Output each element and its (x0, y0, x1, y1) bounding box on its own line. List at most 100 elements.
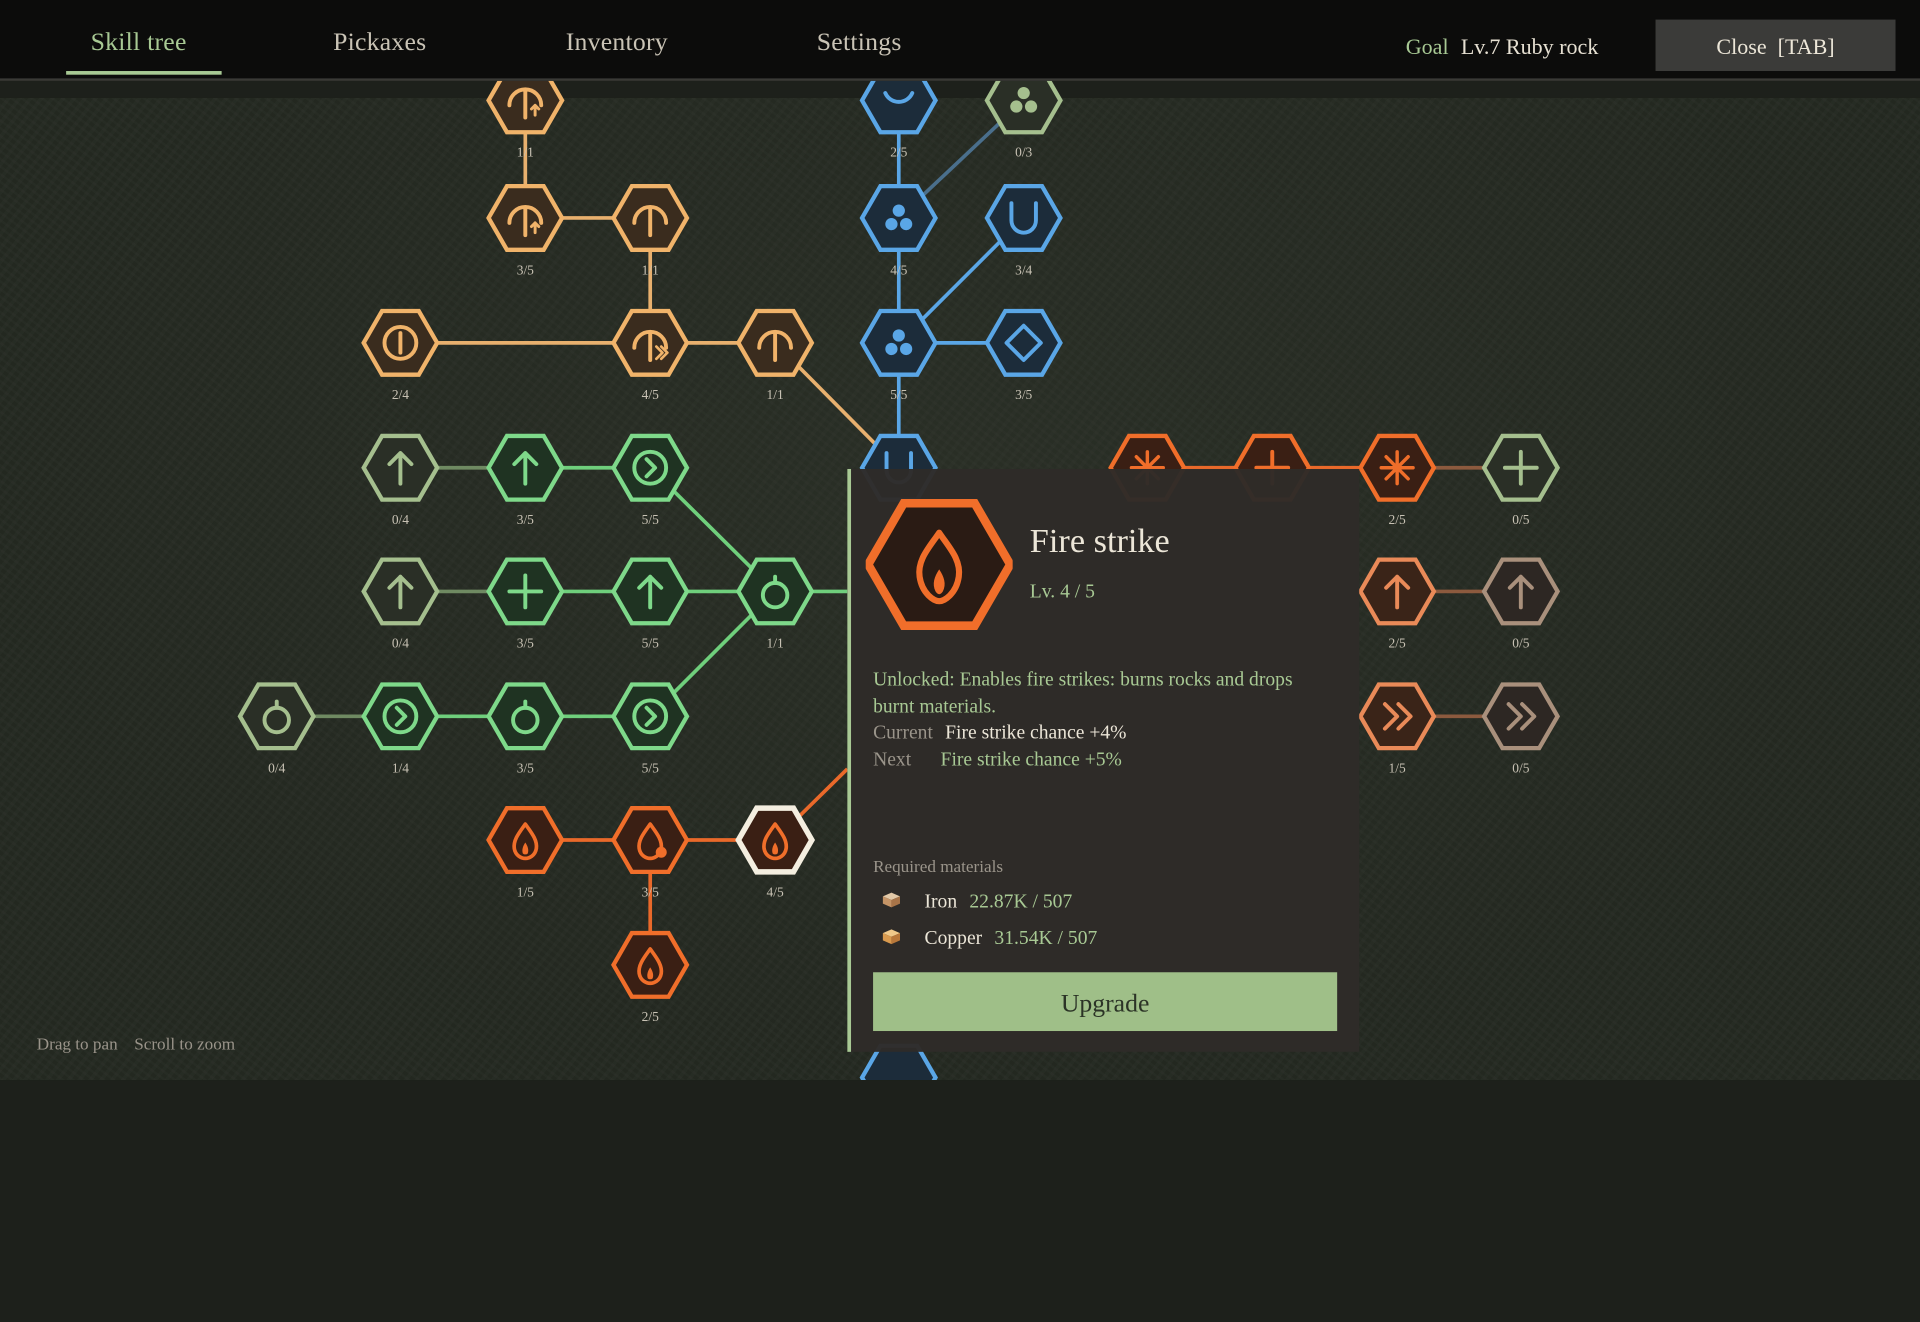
skill-node-n3[interactable]: 0/4 (361, 557, 440, 651)
skill-node-g2[interactable]: 1/1 (611, 183, 690, 277)
skill-node-g3[interactable]: 2/4 (361, 308, 440, 402)
skill-node-f3[interactable]: 2/5 (611, 930, 690, 1024)
skill-node-level: 3/5 (517, 761, 534, 776)
skill-node-n4[interactable]: 3/5 (486, 557, 565, 651)
skill-node-n10[interactable]: 5/5 (611, 682, 690, 776)
skill-node-n8[interactable]: 1/4 (361, 682, 440, 776)
skill-node-level: 1/1 (767, 636, 784, 651)
skill-node-f0[interactable]: 1/5 (486, 806, 565, 899)
skill-node-level: 3/4 (1015, 262, 1032, 277)
skill-node-b1[interactable]: 0/3 (984, 66, 1063, 160)
hex-frame (237, 682, 316, 751)
skill-node-level: 0/4 (392, 636, 409, 651)
material-name: Copper (924, 928, 983, 949)
hex-frame (611, 433, 690, 502)
skill-node-level: 2/5 (1389, 636, 1406, 651)
goal-value: Lv.7 Ruby rock (1460, 34, 1599, 59)
skill-level: Lv. 4 / 5 (1029, 581, 1095, 603)
skill-name: Fire strike (1029, 522, 1170, 561)
skill-node-level: 1/1 (642, 262, 659, 277)
skill-node-level: 3/5 (517, 262, 534, 277)
current-label: Current (873, 722, 933, 744)
skill-node-level: 5/5 (642, 512, 659, 527)
skill-node-g4[interactable]: 4/5 (611, 308, 690, 402)
skill-node-p7[interactable]: 0/5 (1481, 682, 1561, 776)
skill-node-level: 2/5 (1389, 512, 1406, 527)
skill-node-n5[interactable]: 5/5 (611, 557, 690, 651)
skill-node-n2[interactable]: 5/5 (611, 433, 690, 527)
skill-tooltip-panel: Fire strike Lv. 4 / 5 Unlocked: Enables … (847, 468, 1360, 1052)
skill-node-n1[interactable]: 3/5 (486, 433, 565, 527)
next-label: Next (873, 749, 912, 771)
crate-icon (880, 928, 902, 945)
material-row-copper: Copper 31.54K / 507 (880, 928, 1097, 950)
skill-node-b4[interactable]: 5/5 (859, 308, 938, 402)
skill-node-level: 1/1 (767, 387, 784, 402)
skill-node-level: 1/5 (1389, 761, 1406, 776)
skill-node-level: 4/5 (642, 387, 659, 402)
hex-frame (859, 183, 938, 252)
skill-node-g0[interactable]: 1/1 (486, 66, 565, 160)
skill-node-level: 0/5 (1512, 512, 1529, 527)
goal-label: Goal (1405, 34, 1449, 59)
skill-node-g5[interactable]: 1/1 (735, 308, 815, 402)
skill-node-p3[interactable]: 0/5 (1481, 433, 1561, 527)
tab-pickaxes[interactable]: Pickaxes (333, 27, 426, 58)
fire-strike-icon (865, 498, 1013, 631)
hex-frame (486, 806, 565, 874)
skill-node-level: 2/4 (392, 387, 409, 402)
skill-node-level: 5/5 (642, 761, 659, 776)
skill-node-g1[interactable]: 3/5 (486, 183, 565, 277)
skill-node-p6[interactable]: 1/5 (1357, 682, 1437, 776)
skill-node-f1[interactable]: 3/5 (611, 806, 690, 899)
current-value: Fire strike chance +4% (945, 722, 1127, 744)
skill-node-b3[interactable]: 3/4 (984, 183, 1063, 277)
skill-node-p2[interactable]: 2/5 (1357, 433, 1437, 527)
crate-icon (880, 891, 902, 908)
tab-settings[interactable]: Settings (817, 27, 902, 58)
hex-frame (611, 682, 690, 751)
active-tab-indicator (66, 71, 222, 75)
hex-frame (984, 308, 1063, 377)
skill-node-p5[interactable]: 0/5 (1481, 557, 1561, 651)
skill-description: Unlocked: Enables fire strikes: burns ro… (873, 669, 1293, 718)
current-effect-row: Current Fire strike chance +4% (873, 722, 1126, 744)
skill-node-level: 0/5 (1512, 636, 1529, 651)
material-qty: 22.87K / 507 (969, 891, 1073, 913)
required-materials-label: Required materials (873, 858, 1004, 877)
upgrade-button[interactable]: Upgrade (873, 972, 1338, 1032)
skill-node-level: 0/3 (1015, 145, 1032, 160)
hex-frame (486, 682, 565, 751)
skill-node-b0[interactable]: 2/5 (859, 66, 938, 160)
skill-node-f2[interactable]: 4/5 (735, 805, 816, 899)
hex-frame (735, 805, 816, 875)
skill-node-level: 1/1 (517, 145, 534, 160)
controls-hint: Drag to pan Scroll to zoom (37, 1036, 248, 1056)
hex-frame (611, 930, 690, 999)
hex-frame (859, 308, 938, 377)
skill-node-level: 0/5 (1512, 761, 1529, 776)
close-button[interactable]: Close [TAB] (1655, 19, 1896, 72)
skill-node-n6[interactable]: 1/1 (735, 557, 815, 651)
next-value: Fire strike chance +5% (940, 749, 1122, 771)
tab-inventory[interactable]: Inventory (566, 27, 668, 58)
top-nav-bar: Skill tree Pickaxes Inventory Settings G… (0, 0, 1920, 81)
skill-node-level: 2/5 (890, 145, 907, 160)
skill-node-level: 4/5 (890, 262, 907, 277)
skill-node-level: 5/5 (890, 387, 907, 402)
tab-skill-tree[interactable]: Skill tree (91, 27, 187, 58)
skill-node-level: 0/4 (392, 512, 409, 527)
skill-node-b2[interactable]: 4/5 (859, 183, 938, 277)
hint-drag: Drag to pan (36, 1035, 118, 1055)
skill-node-level: 5/5 (642, 636, 659, 651)
skill-node-n0[interactable]: 0/4 (361, 433, 440, 527)
material-name: Iron (924, 891, 958, 913)
hex-frame (611, 806, 690, 874)
skill-node-n7[interactable]: 0/4 (237, 682, 316, 776)
material-row-iron: Iron 22.87K / 507 (880, 891, 1072, 913)
skill-node-b5[interactable]: 3/5 (984, 308, 1063, 402)
skill-node-level: 3/5 (517, 512, 534, 527)
skill-node-n9[interactable]: 3/5 (486, 682, 565, 776)
skill-node-p4[interactable]: 2/5 (1357, 557, 1437, 651)
skill-node-level: 3/5 (642, 884, 659, 899)
